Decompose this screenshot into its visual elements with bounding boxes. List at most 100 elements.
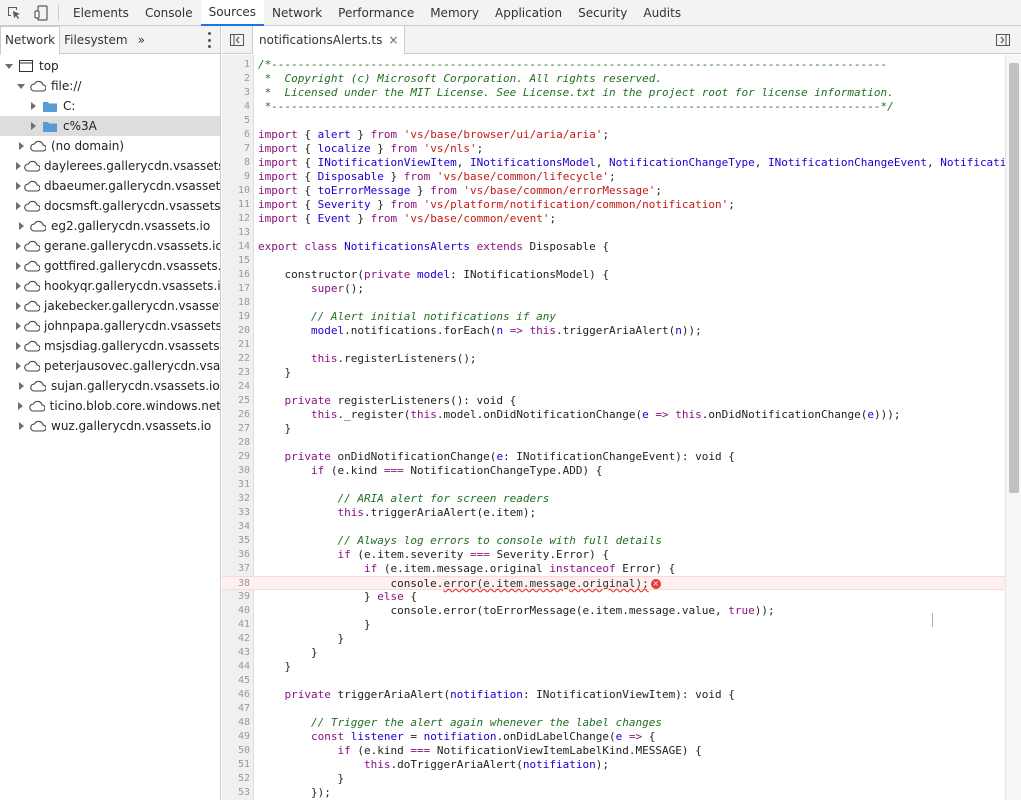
expand-arrow-right-icon[interactable] bbox=[16, 221, 26, 231]
expand-arrow-right-icon[interactable] bbox=[16, 421, 26, 431]
expand-arrow-down-icon[interactable] bbox=[16, 81, 26, 91]
line-number[interactable]: 2 bbox=[222, 72, 250, 86]
tab-network[interactable]: Network bbox=[264, 0, 330, 26]
error-icon[interactable]: × bbox=[650, 579, 661, 589]
tree-item[interactable]: johnpapa.gallerycdn.vsassets.io bbox=[0, 316, 220, 336]
line-number[interactable]: 49 bbox=[222, 730, 250, 744]
expand-arrow-right-icon[interactable] bbox=[16, 381, 26, 391]
tree-item[interactable]: docsmsft.gallerycdn.vsassets.io bbox=[0, 196, 220, 216]
line-number[interactable]: 41 bbox=[222, 618, 250, 632]
tab-sources[interactable]: Sources bbox=[200, 0, 265, 26]
expand-arrow-right-icon[interactable] bbox=[16, 201, 21, 211]
line-number[interactable]: 40 bbox=[222, 604, 250, 618]
line-number[interactable]: 37 bbox=[222, 562, 250, 576]
line-number[interactable]: 26 bbox=[222, 408, 250, 422]
line-number[interactable]: 39 bbox=[222, 590, 250, 604]
tab-filesystem[interactable]: Filesystem bbox=[60, 26, 131, 54]
tab-performance[interactable]: Performance bbox=[330, 0, 422, 26]
line-number[interactable]: 43 bbox=[222, 646, 250, 660]
line-number[interactable]: 53 bbox=[222, 786, 250, 800]
line-number[interactable]: 1 bbox=[222, 58, 250, 72]
line-number[interactable]: 46 bbox=[222, 688, 250, 702]
expand-arrow-right-icon[interactable] bbox=[16, 361, 21, 371]
line-number[interactable]: 50 bbox=[222, 744, 250, 758]
line-number[interactable]: 20 bbox=[222, 324, 250, 338]
tree-item[interactable]: C: bbox=[0, 96, 220, 116]
tree-item[interactable]: wuz.gallerycdn.vsassets.io bbox=[0, 416, 220, 436]
scrollbar-thumb[interactable] bbox=[1009, 63, 1019, 493]
tree-item[interactable]: c%3A bbox=[0, 116, 220, 136]
line-number[interactable]: 48 bbox=[222, 716, 250, 730]
line-number[interactable]: 51 bbox=[222, 758, 250, 772]
inspect-element-icon[interactable] bbox=[0, 0, 28, 26]
device-toolbar-icon[interactable] bbox=[28, 0, 56, 26]
expand-arrow-right-icon[interactable] bbox=[16, 401, 26, 411]
tree-item[interactable]: hookyqr.gallerycdn.vsassets.io bbox=[0, 276, 220, 296]
line-number[interactable]: 5 bbox=[222, 114, 250, 128]
tab-application[interactable]: Application bbox=[487, 0, 570, 26]
expand-arrow-right-icon[interactable] bbox=[28, 101, 38, 111]
tree-item[interactable]: peterjausovec.gallerycdn.vsassets bbox=[0, 356, 220, 376]
expand-arrow-right-icon[interactable] bbox=[16, 301, 21, 311]
line-number[interactable]: 4 bbox=[222, 100, 250, 114]
close-tab-icon[interactable]: × bbox=[388, 33, 398, 47]
line-number[interactable]: 10 bbox=[222, 184, 250, 198]
line-number[interactable]: 47 bbox=[222, 702, 250, 716]
toggle-debugger-icon[interactable] bbox=[989, 26, 1017, 54]
line-number[interactable]: 52 bbox=[222, 772, 250, 786]
tree-item[interactable]: top bbox=[0, 56, 220, 76]
tab-network[interactable]: Network bbox=[0, 26, 61, 55]
line-number[interactable]: 12 bbox=[222, 212, 250, 226]
tab-security[interactable]: Security bbox=[570, 0, 635, 26]
tree-item[interactable]: eg2.gallerycdn.vsassets.io bbox=[0, 216, 220, 236]
line-number[interactable]: 17 bbox=[222, 282, 250, 296]
line-number[interactable]: 45 bbox=[222, 674, 250, 688]
line-number[interactable]: 34 bbox=[222, 520, 250, 534]
tab-memory[interactable]: Memory bbox=[422, 0, 487, 26]
tree-item[interactable]: gottfired.gallerycdn.vsassets.io bbox=[0, 256, 220, 276]
expand-arrow-down-icon[interactable] bbox=[4, 61, 14, 71]
line-number[interactable]: 9 bbox=[222, 170, 250, 184]
expand-arrow-right-icon[interactable] bbox=[16, 321, 21, 331]
tree-item[interactable]: file:// bbox=[0, 76, 220, 96]
line-number[interactable]: 3 bbox=[222, 86, 250, 100]
tree-item[interactable]: dbaeumer.gallerycdn.vsassets.io bbox=[0, 176, 220, 196]
tab-audits[interactable]: Audits bbox=[635, 0, 689, 26]
tab-elements[interactable]: Elements bbox=[65, 0, 137, 26]
line-number[interactable]: 23 bbox=[222, 366, 250, 380]
line-number[interactable]: 36 bbox=[222, 548, 250, 562]
line-number[interactable]: 7 bbox=[222, 142, 250, 156]
line-number[interactable]: 14 bbox=[222, 240, 250, 254]
line-number[interactable]: 32 bbox=[222, 492, 250, 506]
line-number[interactable]: 22 bbox=[222, 352, 250, 366]
vertical-scrollbar[interactable] bbox=[1005, 55, 1021, 800]
line-number[interactable]: 15 bbox=[222, 254, 250, 268]
expand-arrow-right-icon[interactable] bbox=[16, 281, 21, 291]
line-number[interactable]: 24 bbox=[222, 380, 250, 394]
toggle-navigator-icon[interactable] bbox=[222, 26, 252, 54]
code-editor[interactable]: 1 /*-------------------------------------… bbox=[222, 55, 1021, 800]
line-number[interactable]: 25 bbox=[222, 394, 250, 408]
line-number[interactable]: 11 bbox=[222, 198, 250, 212]
tree-item[interactable]: ticino.blob.core.windows.net bbox=[0, 396, 220, 416]
tree-item[interactable]: msjsdiag.gallerycdn.vsassets.io bbox=[0, 336, 220, 356]
line-number[interactable]: 42 bbox=[222, 632, 250, 646]
expand-arrow-right-icon[interactable] bbox=[16, 181, 21, 191]
line-number[interactable]: 19 bbox=[222, 310, 250, 324]
tree-item[interactable]: jakebecker.gallerycdn.vsassets.io bbox=[0, 296, 220, 316]
line-number[interactable]: 38 bbox=[222, 577, 250, 591]
line-number[interactable]: 29 bbox=[222, 450, 250, 464]
line-number[interactable]: 27 bbox=[222, 422, 250, 436]
line-number[interactable]: 33 bbox=[222, 506, 250, 520]
tree-item[interactable]: (no domain) bbox=[0, 136, 220, 156]
tree-item[interactable]: sujan.gallerycdn.vsassets.io bbox=[0, 376, 220, 396]
line-number[interactable]: 8 bbox=[222, 156, 250, 170]
line-number[interactable]: 16 bbox=[222, 268, 250, 282]
more-tabs-button[interactable]: » bbox=[132, 33, 151, 47]
line-number[interactable]: 6 bbox=[222, 128, 250, 142]
tree-item[interactable]: daylerees.gallerycdn.vsassets.io bbox=[0, 156, 220, 176]
expand-arrow-right-icon[interactable] bbox=[16, 141, 26, 151]
tree-item[interactable]: gerane.gallerycdn.vsassets.io bbox=[0, 236, 220, 256]
line-number[interactable]: 28 bbox=[222, 436, 250, 450]
line-number[interactable]: 35 bbox=[222, 534, 250, 548]
